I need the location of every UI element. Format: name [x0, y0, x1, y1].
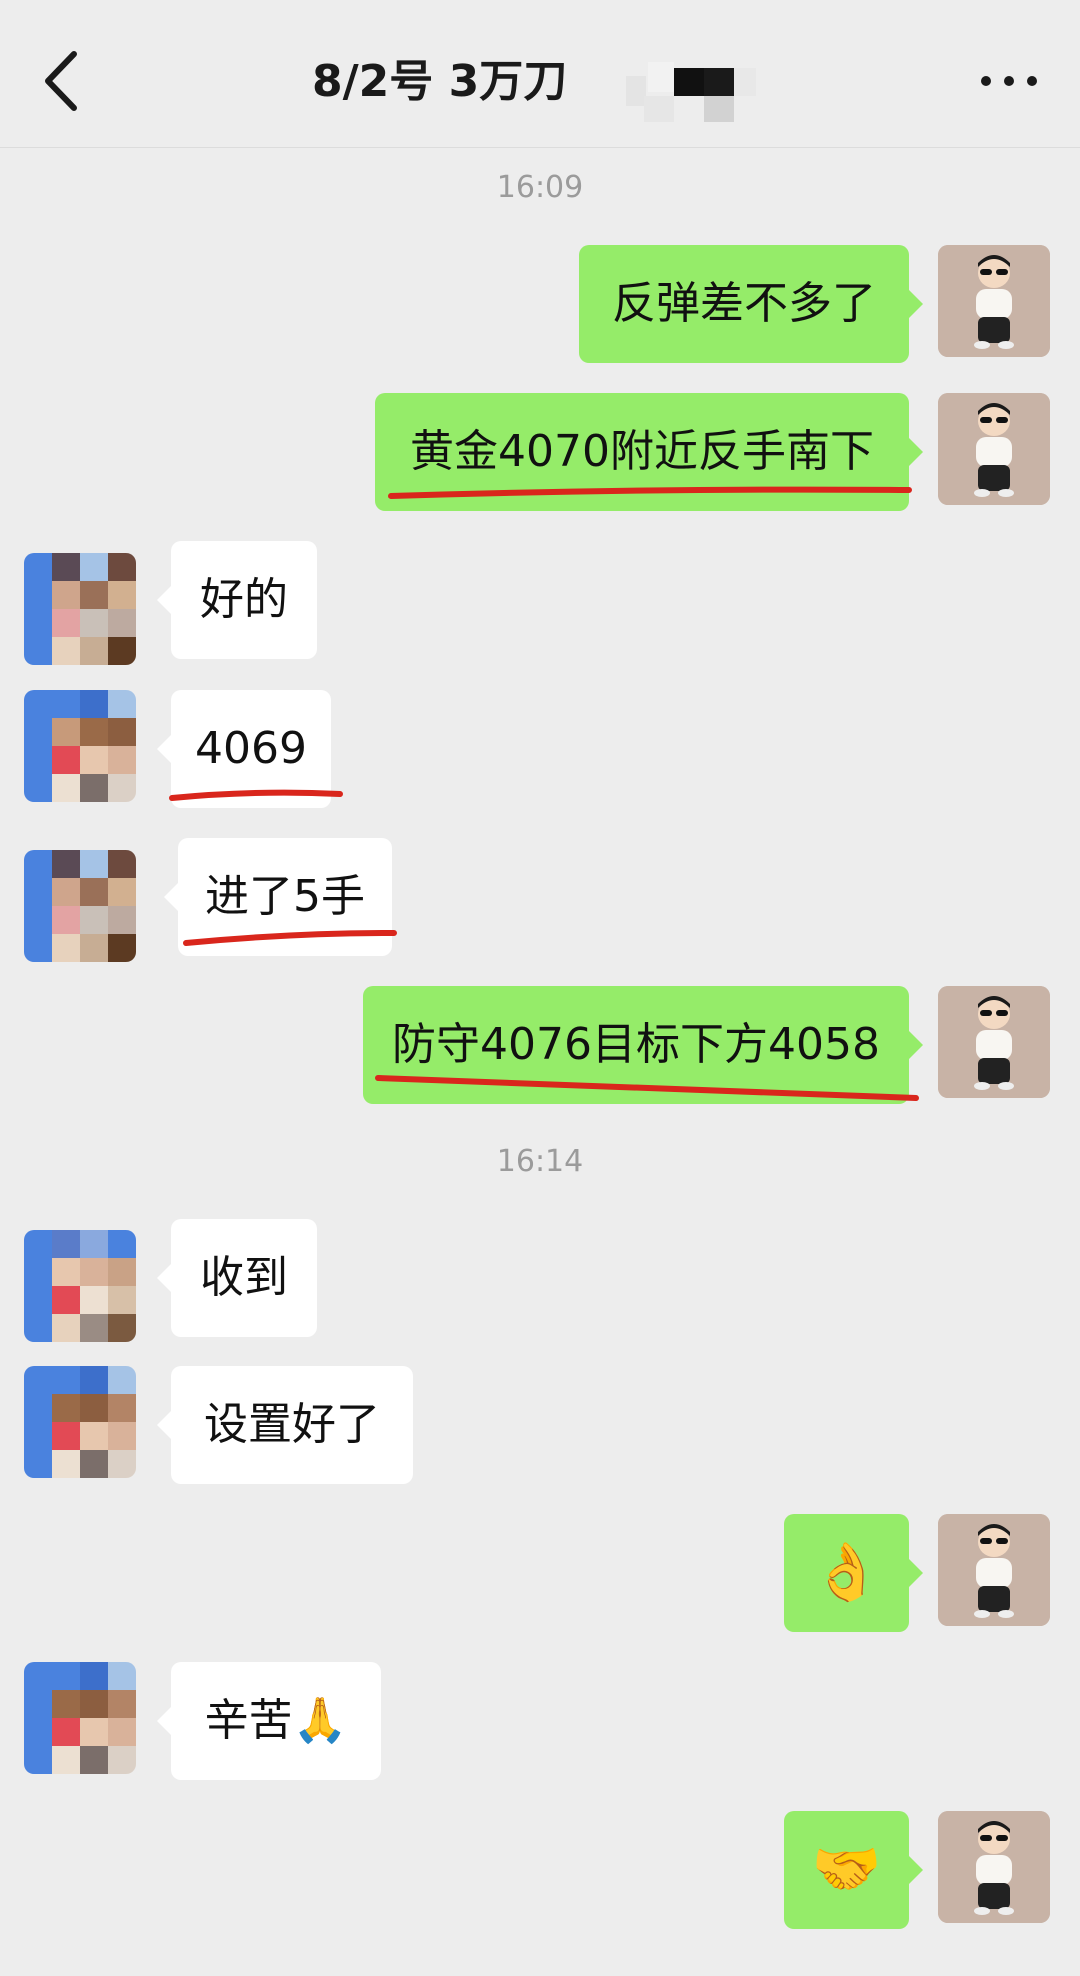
- chat-title: 8/2号 3万刀: [312, 56, 568, 107]
- contact-message-bubble[interactable]: 进了5手: [164, 838, 392, 956]
- more-dots-icon[interactable]: [978, 66, 1040, 96]
- cartoon-avatar-icon: [938, 986, 1050, 1098]
- chat-header: 8/2号 3万刀: [0, 0, 1080, 148]
- my-avatar[interactable]: [938, 1514, 1050, 1626]
- contact-avatar-pixelated[interactable]: [24, 850, 136, 962]
- contact-avatar-pixelated[interactable]: [24, 553, 136, 665]
- my-message-bubble[interactable]: 反弹差不多了: [579, 245, 923, 363]
- timestamp: 16:09: [496, 170, 584, 205]
- my-emoji-bubble[interactable]: 🤝: [784, 1811, 923, 1929]
- timestamp: 16:14: [496, 1144, 584, 1179]
- contact-message-bubble[interactable]: 4069: [157, 690, 331, 808]
- my-avatar[interactable]: [938, 393, 1050, 505]
- contact-message-bubble[interactable]: 收到: [157, 1219, 317, 1337]
- cartoon-avatar-icon: [938, 1811, 1050, 1923]
- ok-hand-emoji: 👌: [811, 1540, 882, 1605]
- my-emoji-bubble[interactable]: 👌: [784, 1514, 923, 1632]
- redacted-title-area: [626, 62, 756, 122]
- my-message-bubble[interactable]: 黄金4070附近反手南下: [375, 393, 923, 511]
- my-avatar[interactable]: [938, 245, 1050, 357]
- contact-message-bubble[interactable]: 辛苦🙏: [157, 1662, 381, 1780]
- my-message-bubble[interactable]: 防守4076目标下方4058: [363, 986, 923, 1104]
- contact-avatar-pixelated[interactable]: [24, 1366, 136, 1478]
- cartoon-avatar-icon: [938, 393, 1050, 505]
- contact-avatar-pixelated[interactable]: [24, 1662, 136, 1774]
- contact-avatar-pixelated[interactable]: [24, 1230, 136, 1342]
- back-chevron-icon[interactable]: [40, 46, 84, 116]
- my-avatar[interactable]: [938, 986, 1050, 1098]
- handshake-emoji: 🤝: [811, 1837, 882, 1902]
- my-avatar[interactable]: [938, 1811, 1050, 1923]
- contact-message-bubble[interactable]: 设置好了: [157, 1366, 413, 1484]
- contact-avatar-pixelated[interactable]: [24, 690, 136, 802]
- cartoon-avatar-icon: [938, 245, 1050, 357]
- contact-message-bubble[interactable]: 好的: [157, 541, 317, 659]
- cartoon-avatar-icon: [938, 1514, 1050, 1626]
